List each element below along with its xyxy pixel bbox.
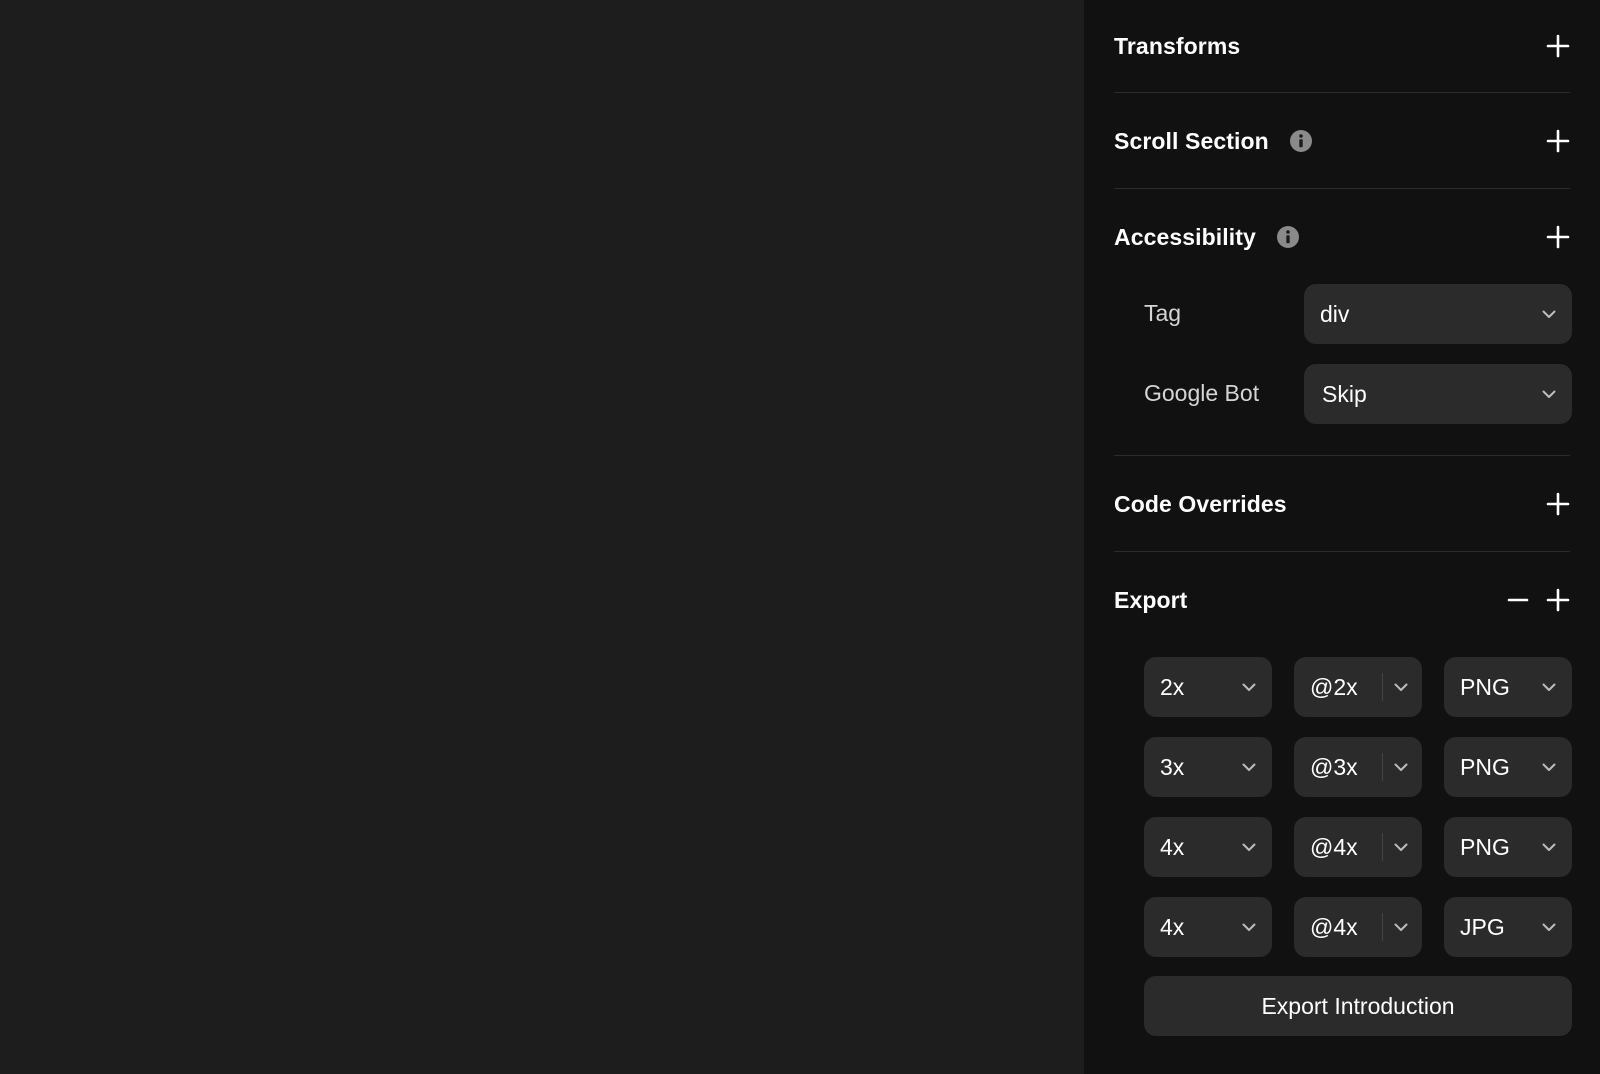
export-suffix-value: @4x <box>1310 834 1358 860</box>
export-suffix-value: @3x <box>1310 754 1358 780</box>
chevron-down-icon[interactable] <box>1392 838 1410 856</box>
export-scale-select[interactable]: 4x <box>1144 897 1272 957</box>
export-suffix-select[interactable]: @3x <box>1294 737 1422 797</box>
export-section: Export <box>1114 552 1570 648</box>
tag-label: Tag <box>1144 300 1182 326</box>
export-introduction-button[interactable]: Export Introduction <box>1144 976 1572 1036</box>
chevron-down-icon <box>1240 838 1258 856</box>
accessibility-section: Accessibility <box>1114 189 1570 285</box>
export-add-button[interactable] <box>1546 588 1570 612</box>
export-suffix-value: @4x <box>1310 914 1358 940</box>
code-overrides-section: Code Overrides <box>1114 456 1570 552</box>
export-format-select[interactable]: PNG <box>1444 817 1572 877</box>
accessibility-title: Accessibility <box>1114 223 1256 250</box>
export-suffix-select[interactable]: @2x <box>1294 657 1422 717</box>
transforms-section: Transforms <box>1114 0 1570 92</box>
separator <box>1382 673 1383 701</box>
plus-icon <box>1546 492 1570 516</box>
export-scale-select[interactable]: 3x <box>1144 737 1272 797</box>
export-scale-select[interactable]: 4x <box>1144 817 1272 877</box>
code-overrides-title: Code Overrides <box>1114 490 1287 517</box>
export-format-value: JPG <box>1460 914 1505 940</box>
transforms-title: Transforms <box>1114 32 1241 59</box>
chevron-down-icon <box>1540 305 1558 323</box>
scroll-section-add-button[interactable] <box>1546 129 1570 153</box>
code-overrides-add-button[interactable] <box>1546 492 1570 516</box>
chevron-down-icon[interactable] <box>1392 918 1410 936</box>
export-scale-value: 4x <box>1160 834 1185 860</box>
export-suffix-select[interactable]: @4x <box>1294 897 1422 957</box>
properties-panel: Transforms Scroll Section Accessibility <box>1084 0 1600 1074</box>
tag-select[interactable]: div <box>1304 284 1572 344</box>
export-remove-button[interactable] <box>1506 588 1530 612</box>
separator <box>1382 833 1383 861</box>
export-scale-select[interactable]: 2x <box>1144 657 1272 717</box>
export-format-value: PNG <box>1460 754 1510 780</box>
plus-icon <box>1546 588 1570 612</box>
scroll-section-title: Scroll Section <box>1114 127 1269 154</box>
export-scale-value: 2x <box>1160 674 1185 700</box>
chevron-down-icon <box>1540 838 1558 856</box>
chevron-down-icon[interactable] <box>1392 758 1410 776</box>
chevron-down-icon <box>1540 758 1558 776</box>
export-format-value: PNG <box>1460 834 1510 860</box>
scroll-section-section: Scroll Section <box>1114 93 1570 189</box>
export-format-select[interactable]: JPG <box>1444 897 1572 957</box>
export-suffix-select[interactable]: @4x <box>1294 817 1422 877</box>
info-icon[interactable] <box>1276 225 1300 249</box>
chevron-down-icon <box>1240 918 1258 936</box>
export-format-value: PNG <box>1460 674 1510 700</box>
chevron-down-icon <box>1240 678 1258 696</box>
plus-icon <box>1546 129 1570 153</box>
plus-icon <box>1546 34 1570 58</box>
info-icon[interactable] <box>1289 129 1313 153</box>
tag-select-value: div <box>1320 301 1350 327</box>
export-format-select[interactable]: PNG <box>1444 657 1572 717</box>
chevron-down-icon <box>1540 918 1558 936</box>
accessibility-add-button[interactable] <box>1546 225 1570 249</box>
googlebot-select-value: Skip <box>1322 381 1367 407</box>
plus-icon <box>1546 225 1570 249</box>
export-format-select[interactable]: PNG <box>1444 737 1572 797</box>
minus-icon <box>1507 598 1529 602</box>
separator <box>1382 913 1383 941</box>
chevron-down-icon <box>1540 385 1558 403</box>
transforms-add-button[interactable] <box>1546 34 1570 58</box>
canvas-area[interactable] <box>0 0 1084 1074</box>
export-suffix-value: @2x <box>1310 674 1358 700</box>
chevron-down-icon[interactable] <box>1392 678 1410 696</box>
export-title: Export <box>1114 586 1188 613</box>
export-scale-value: 4x <box>1160 914 1185 940</box>
chevron-down-icon <box>1540 678 1558 696</box>
googlebot-label: Google Bot <box>1144 380 1260 406</box>
separator <box>1382 753 1383 781</box>
export-scale-value: 3x <box>1160 754 1185 780</box>
chevron-down-icon <box>1240 758 1258 776</box>
googlebot-select[interactable]: Skip <box>1304 364 1572 424</box>
